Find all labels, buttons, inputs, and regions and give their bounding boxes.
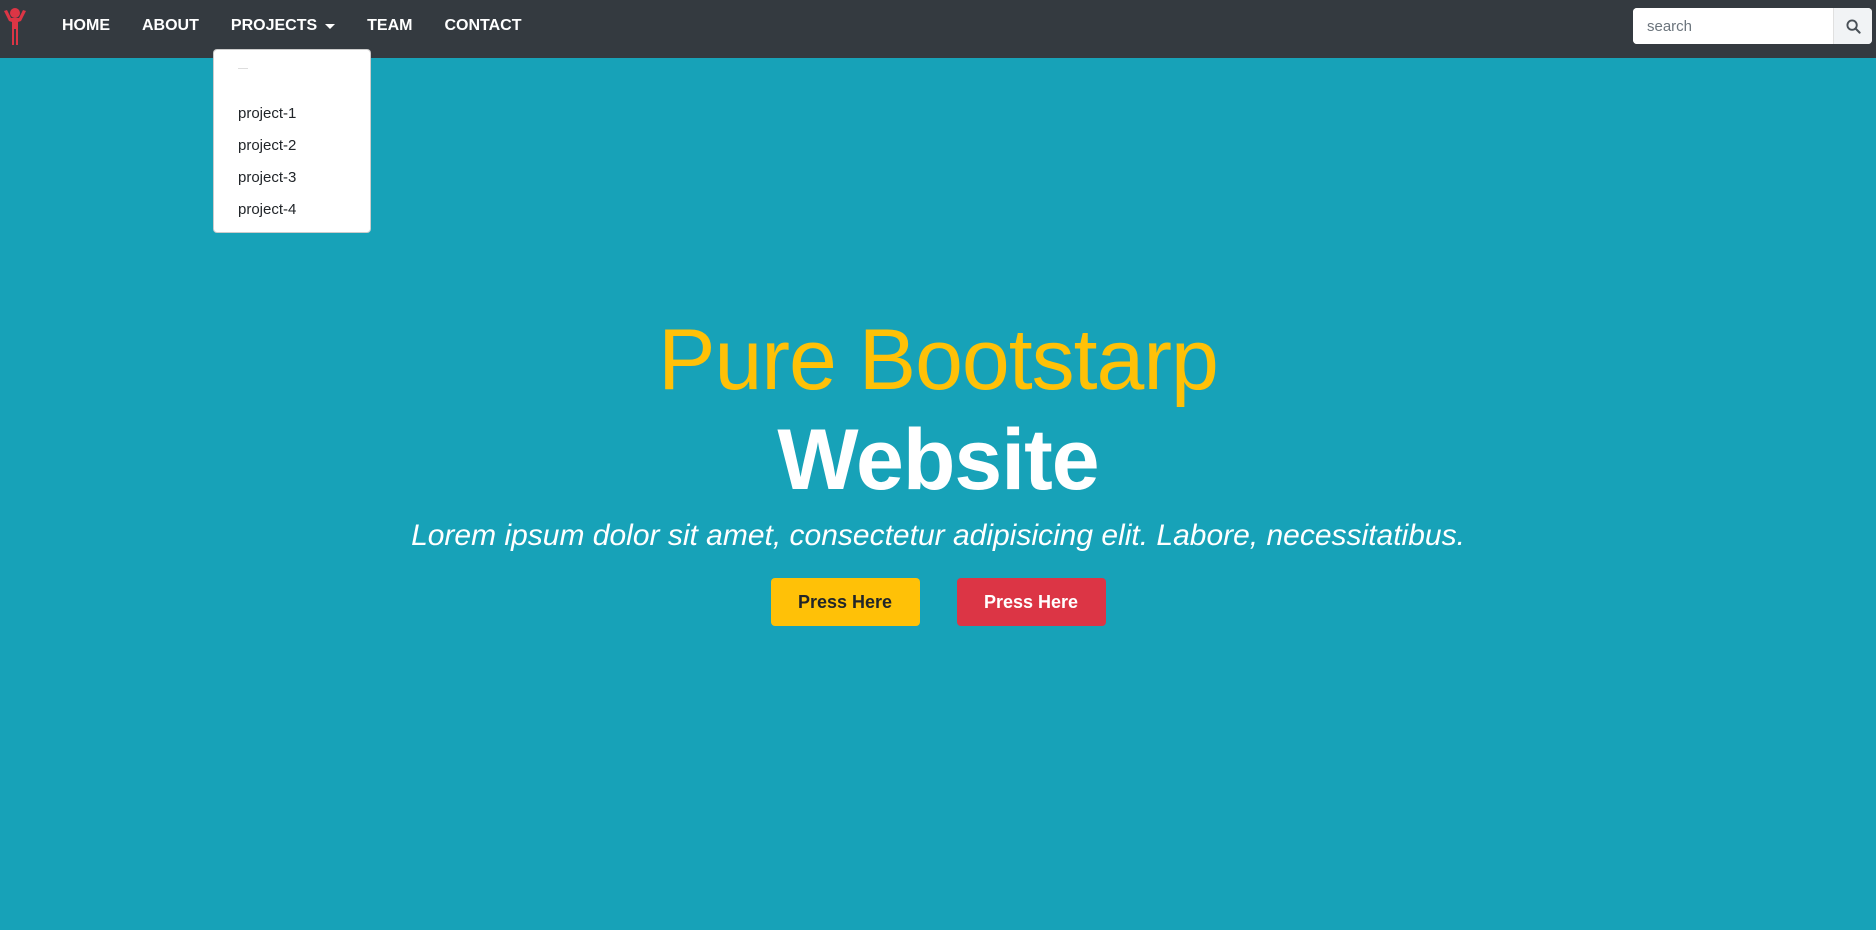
search-input[interactable] bbox=[1633, 8, 1833, 44]
hero-subtitle: Lorem ipsum dolor sit amet, consectetur … bbox=[411, 519, 1465, 552]
press-here-yellow-button[interactable]: Press Here bbox=[770, 578, 920, 626]
dropdown-item-project-4[interactable]: project-4 bbox=[214, 194, 370, 226]
nav-projects-dropdown-toggle[interactable]: PROJECTS bbox=[215, 17, 351, 35]
nav-links: HOME ABOUT PROJECTS TEAM CONTACT bbox=[46, 0, 538, 52]
dropdown-item-project-3[interactable]: project-3 bbox=[214, 162, 370, 194]
nav-about-link[interactable]: ABOUT bbox=[126, 17, 215, 35]
nav-contact-label: CONTACT bbox=[444, 17, 522, 34]
nav-home-label: HOME bbox=[62, 17, 110, 34]
nav-team-link[interactable]: TEAM bbox=[351, 17, 428, 35]
nav-home-link[interactable]: HOME bbox=[46, 17, 126, 35]
nav-contact-link[interactable]: CONTACT bbox=[428, 17, 537, 35]
person-arms-up-icon[interactable] bbox=[2, 7, 28, 45]
hero-buttons: Press Here Press Here bbox=[0, 578, 1876, 626]
press-here-red-button[interactable]: Press Here bbox=[956, 578, 1106, 626]
nav-projects-label: PROJECTS bbox=[230, 17, 318, 34]
search-icon bbox=[1845, 18, 1861, 34]
nav-about-label: ABOUT bbox=[142, 17, 199, 34]
dropdown-item-project-1[interactable]: project-1 bbox=[214, 98, 370, 130]
hero-title-line1: Pure Bootstarp bbox=[658, 312, 1219, 408]
caret-down-icon bbox=[325, 23, 336, 29]
dropdown-placeholder bbox=[238, 66, 248, 69]
search-button[interactable] bbox=[1833, 8, 1872, 44]
projects-dropdown-menu: project-1 project-2 project-3 project-4 bbox=[213, 49, 371, 233]
nav-team-label: TEAM bbox=[367, 17, 413, 34]
search-form bbox=[1633, 8, 1872, 44]
dropdown-item-project-2[interactable]: project-2 bbox=[214, 130, 370, 162]
hero-section: Pure Bootstarp Website Lorem ipsum dolor… bbox=[0, 310, 1876, 626]
hero-title-line2: Website bbox=[777, 412, 1099, 508]
